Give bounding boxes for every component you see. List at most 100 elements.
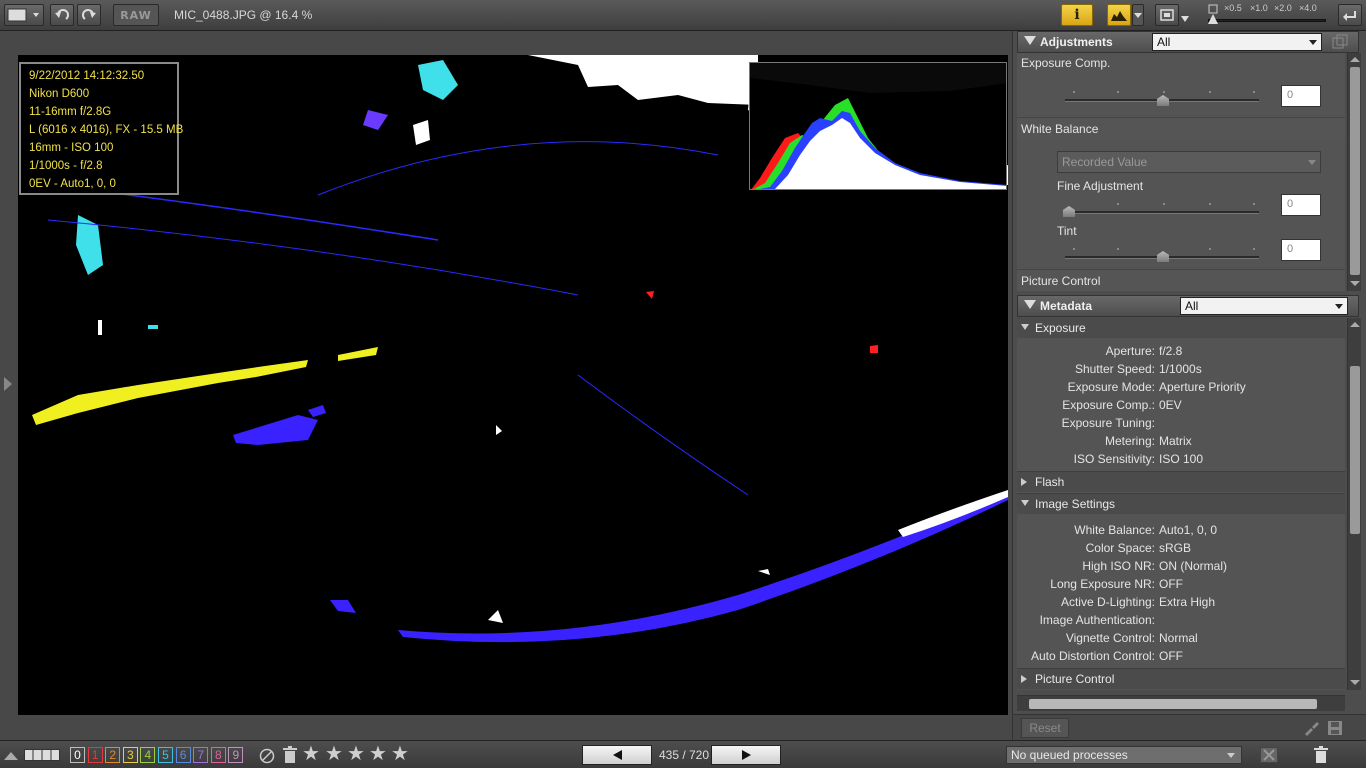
adjustments-filter-dropdown[interactable]: All xyxy=(1152,33,1322,51)
tick-mark xyxy=(1209,248,1211,250)
color-label-6[interactable]: 6 xyxy=(175,747,191,763)
adjustments-scrollbar-thumb[interactable] xyxy=(1350,67,1360,275)
scroll-down-icon[interactable] xyxy=(1350,281,1360,286)
right-panel: Adjustments All Exposure Comp. 0 White B… xyxy=(1012,31,1366,740)
next-image-button[interactable] xyxy=(711,745,781,765)
trash-icon[interactable] xyxy=(282,746,298,764)
chevron-down-icon xyxy=(1134,13,1142,18)
fine-adjustment-field[interactable]: 0 xyxy=(1281,194,1321,216)
adjustments-header[interactable]: Adjustments All xyxy=(1017,31,1359,53)
fit-menu-chevron-icon[interactable] xyxy=(1181,11,1189,25)
bottom-bar: 0123456789 ★ ★ ★ ★ ★ 435 / 720 No queued… xyxy=(0,740,1366,768)
metadata-group-exposure[interactable]: Exposure xyxy=(1017,318,1345,338)
expand-triangle-icon[interactable] xyxy=(1021,478,1027,486)
rating-star-4[interactable]: ★ xyxy=(369,744,387,764)
tick-mark xyxy=(1253,91,1255,93)
metadata-horizontal-scrollbar-thumb[interactable] xyxy=(1029,699,1317,709)
collapse-triangle-icon[interactable] xyxy=(1024,300,1036,309)
metadata-key: Exposure Tuning: xyxy=(1061,416,1155,430)
reject-icon[interactable] xyxy=(259,748,275,764)
copy-adjustments-icon[interactable] xyxy=(1331,34,1349,50)
metadata-group-picture-control[interactable]: Picture Control xyxy=(1017,668,1345,689)
zoom-level-10[interactable]: ×1.0 xyxy=(1250,3,1268,13)
color-label-7[interactable]: 7 xyxy=(193,747,209,763)
fine-adjustment-slider[interactable] xyxy=(1065,211,1259,214)
exposure-comp-slider-knob[interactable] xyxy=(1157,95,1169,106)
fit-screen-button[interactable] xyxy=(1155,4,1179,26)
info-focal-iso: 16mm - ISO 100 xyxy=(29,142,114,154)
color-label-4[interactable]: 4 xyxy=(140,747,156,763)
info-toggle-button[interactable]: i xyxy=(1061,4,1093,26)
metadata-scrollbar-thumb[interactable] xyxy=(1350,366,1360,534)
expand-triangle-icon[interactable] xyxy=(1021,675,1027,683)
previous-image-arrow-icon[interactable] xyxy=(2,369,14,399)
metadata-row: Exposure Tuning: xyxy=(1017,414,1345,432)
metadata-row: ISO Sensitivity: ISO 100 xyxy=(1017,450,1345,468)
expand-triangle-icon[interactable] xyxy=(1021,500,1029,506)
tick-mark xyxy=(1117,91,1119,93)
tick-mark xyxy=(1073,91,1075,93)
adjustments-scrollbar[interactable] xyxy=(1347,53,1361,291)
save-icon[interactable] xyxy=(1327,720,1343,736)
return-button[interactable] xyxy=(1338,4,1362,26)
expand-triangle-icon[interactable] xyxy=(1021,324,1029,330)
color-label-0[interactable]: 0 xyxy=(70,747,85,763)
chevron-down-icon xyxy=(1309,40,1317,45)
histogram-toggle-button[interactable] xyxy=(1107,4,1131,26)
zoom-level-20[interactable]: ×2.0 xyxy=(1274,3,1292,13)
metadata-key: Shutter Speed: xyxy=(1074,362,1155,376)
rating-star-5[interactable]: ★ xyxy=(391,744,409,764)
metadata-group-image-settings[interactable]: Image Settings xyxy=(1017,493,1345,514)
tint-label: Tint xyxy=(1057,224,1077,238)
return-icon xyxy=(1343,11,1356,21)
info-image-size: L (6016 x 4016), FX - 15.5 MB xyxy=(29,124,184,136)
scroll-up-icon[interactable] xyxy=(1350,57,1360,62)
raw-button[interactable]: RAW xyxy=(113,4,159,26)
metadata-filter-dropdown[interactable]: All xyxy=(1180,297,1348,315)
histogram-menu-button[interactable] xyxy=(1132,4,1144,26)
color-label-9[interactable]: 9 xyxy=(228,747,244,763)
tick-mark xyxy=(1253,248,1255,250)
metadata-key: Vignette Control: xyxy=(1065,631,1155,645)
zoom-level-05[interactable]: ×0.5 xyxy=(1224,3,1242,13)
adjustments-content: Exposure Comp. 0 White Balance Recorded … xyxy=(1017,53,1345,291)
tint-field[interactable]: 0 xyxy=(1281,239,1321,261)
delete-icon[interactable] xyxy=(1313,746,1329,764)
collapse-up-icon[interactable] xyxy=(4,750,18,760)
color-label-5[interactable]: 5 xyxy=(158,747,173,763)
zoom-level-40[interactable]: ×4.0 xyxy=(1299,3,1317,13)
view-mode-button[interactable] xyxy=(4,4,44,26)
brush-icon[interactable] xyxy=(1303,720,1319,736)
metadata-row: High ISO NR: ON (Normal) xyxy=(1017,557,1345,575)
cancel-queue-icon[interactable] xyxy=(1260,747,1278,763)
tint-slider-knob[interactable] xyxy=(1157,251,1169,262)
collapse-triangle-icon[interactable] xyxy=(1024,36,1036,45)
queue-status-dropdown[interactable]: No queued processes xyxy=(1006,746,1242,764)
rating-star-1[interactable]: ★ xyxy=(302,744,320,764)
metadata-row: Color Space: sRGB xyxy=(1017,539,1345,557)
scroll-down-icon[interactable] xyxy=(1350,680,1360,685)
previous-image-button[interactable] xyxy=(582,745,652,765)
color-label-2[interactable]: 2 xyxy=(105,747,121,763)
reset-button[interactable]: Reset xyxy=(1021,718,1069,738)
metadata-group-flash[interactable]: Flash xyxy=(1017,471,1345,492)
chevron-down-icon xyxy=(1227,753,1235,758)
metadata-row: Metering: Matrix xyxy=(1017,432,1345,450)
white-balance-value: Recorded Value xyxy=(1062,155,1148,169)
metadata-horizontal-scrollbar[interactable] xyxy=(1017,695,1345,711)
color-label-3[interactable]: 3 xyxy=(122,747,138,763)
metadata-scrollbar[interactable] xyxy=(1347,318,1361,690)
exposure-comp-field[interactable]: 0 xyxy=(1281,85,1321,107)
white-balance-dropdown[interactable]: Recorded Value xyxy=(1057,151,1321,173)
rating-star-3[interactable]: ★ xyxy=(347,744,365,764)
rotate-right-button[interactable] xyxy=(77,4,101,26)
color-label-1[interactable]: 1 xyxy=(87,747,103,763)
fine-adjustment-slider-knob[interactable] xyxy=(1063,206,1075,217)
rating-star-2[interactable]: ★ xyxy=(325,744,343,764)
rotate-left-button[interactable] xyxy=(50,4,74,26)
filmstrip-icon[interactable] xyxy=(24,749,60,761)
scroll-up-icon[interactable] xyxy=(1350,322,1360,327)
metadata-header[interactable]: Metadata All xyxy=(1017,295,1359,317)
zoom-slider[interactable] xyxy=(1208,19,1326,22)
color-label-8[interactable]: 8 xyxy=(210,747,226,763)
